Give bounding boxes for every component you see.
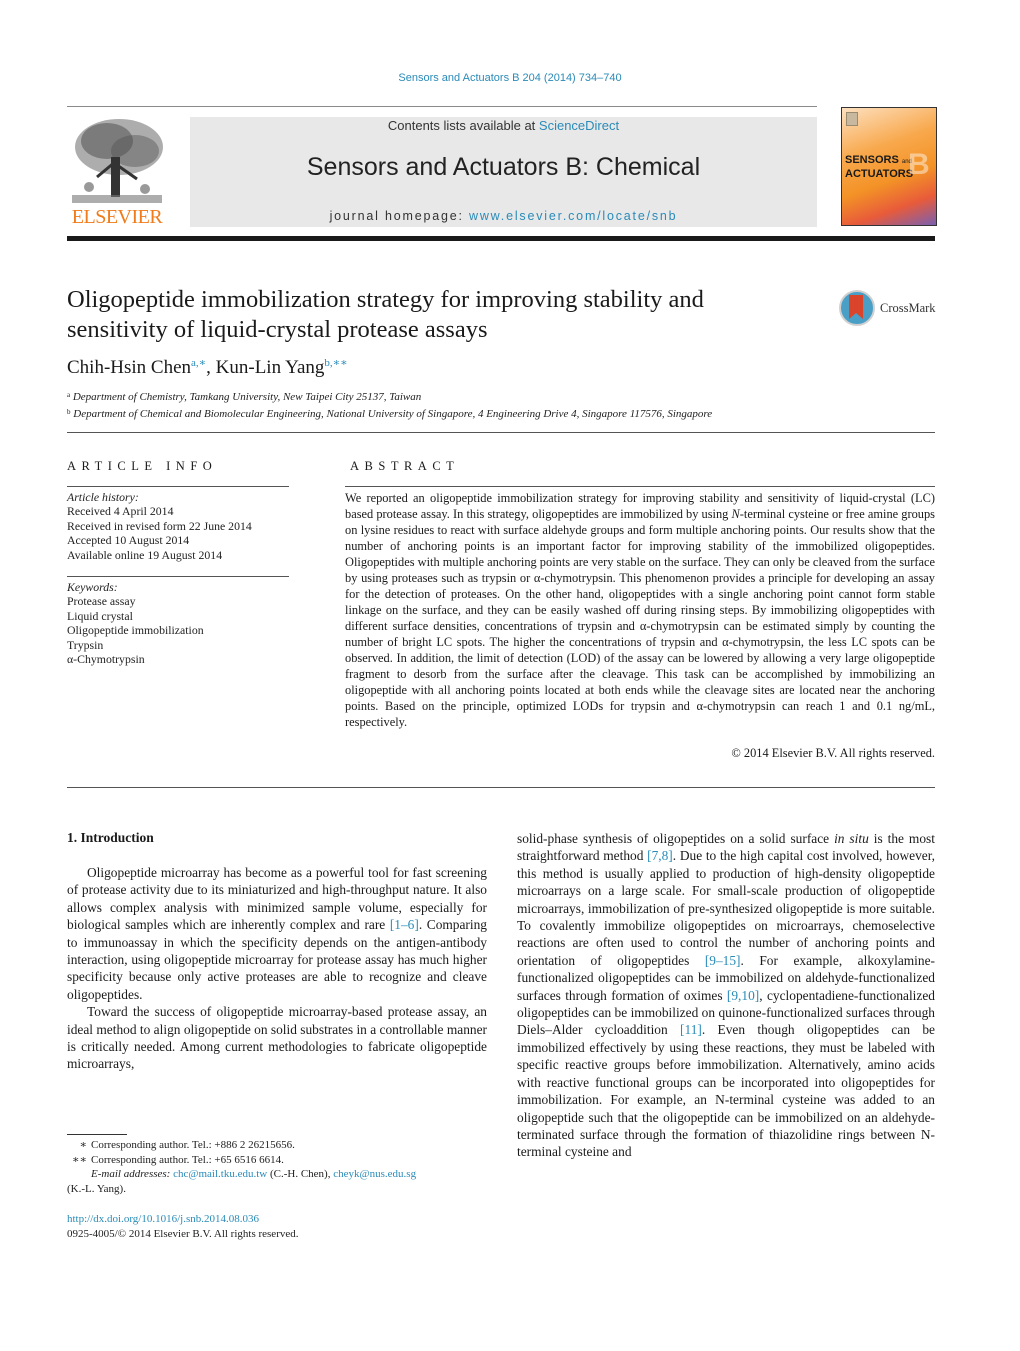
email-link[interactable]: chc@mail.tku.edu.tw [173, 1168, 267, 1180]
body-column-right: solid-phase synthesis of oligopeptides o… [517, 830, 935, 1161]
doi-block: http://dx.doi.org/10.1016/j.snb.2014.08.… [67, 1212, 299, 1241]
text: . Due to the high capital cost involved,… [517, 848, 935, 968]
cover-title-line1: SENSORS [845, 154, 899, 166]
cover-letter: B [908, 148, 930, 181]
article-history-label: Article history: [67, 490, 139, 504]
footnote-text: Corresponding author. Tel.: +886 2 26215… [91, 1139, 295, 1151]
article-info-heading: ARTICLE INFO [67, 459, 218, 473]
footnote-mark: ∗ [79, 1139, 87, 1151]
abstract-italic: N [731, 507, 740, 521]
header-divider [67, 106, 817, 107]
journal-title: Sensors and Actuators B: Chemical [306, 153, 701, 181]
citation-link[interactable]: [9,10] [727, 988, 759, 1003]
contents-prefix: Contents lists available at [387, 118, 539, 133]
keyword-item: α-Chymotrypsin [67, 652, 145, 667]
affiliation-mark: a [67, 391, 71, 399]
email-line: E-mail addresses: chc@mail.tku.edu.tw (C… [67, 1167, 487, 1182]
journal-masthead: Contents lists available at ScienceDirec… [190, 117, 817, 227]
keyword-item: Protease assay [67, 594, 136, 609]
history-item: Received 4 April 2014 [67, 504, 174, 519]
body-divider [67, 787, 935, 788]
affiliation-text: Department of Chemical and Biomolecular … [73, 407, 713, 420]
footnote-item: ∗ Corresponding author. Tel.: +886 2 2621… [67, 1138, 487, 1153]
footnote-mark: ∗∗ [72, 1153, 87, 1166]
abstract-text: We reported an oligopeptide immobilizati… [345, 490, 935, 730]
email-owner: (K.-L. Yang). [67, 1182, 126, 1195]
keyword-item: Liquid crystal [67, 608, 133, 623]
footnotes: ∗ Corresponding author. Tel.: +886 2 2621… [67, 1138, 487, 1196]
text: . Even though oligopeptides can be immob… [517, 1022, 936, 1160]
author-affiliation-marker[interactable]: b,∗∗ [324, 357, 347, 369]
sciencedirect-link[interactable]: ScienceDirect [539, 118, 619, 133]
cover-title-line2: ACTUATORS [845, 168, 914, 180]
body-column-left: Oligopeptide microarray has become as a … [67, 864, 487, 1073]
paragraph: solid-phase synthesis of oligopeptides o… [517, 830, 935, 1161]
author-affiliation-marker[interactable]: a,∗ [191, 357, 206, 369]
affiliation-item: a Department of Chemistry, Tamkang Unive… [67, 388, 712, 405]
keywords-label: Keywords: [67, 580, 118, 594]
author-name[interactable]: Kun-Lin Yang [216, 357, 325, 378]
text: solid-phase synthesis of oligopeptides o… [517, 831, 835, 846]
email-owner: (C.-H. Chen), [267, 1168, 334, 1180]
article-history: Article history: Received 4 April 2014 R… [67, 490, 289, 562]
paragraph: Oligopeptide microarray has become as a … [67, 864, 487, 1003]
keywords-rule [67, 576, 289, 577]
abstract-rule [345, 486, 935, 487]
citation-link[interactable]: [7,8] [647, 848, 673, 863]
elsevier-tree-icon [67, 117, 167, 207]
journal-homepage-link[interactable]: www.elsevier.com/locate/snb [469, 209, 677, 223]
abstract-heading: ABSTRACT [350, 459, 460, 473]
email-link[interactable]: cheyk@nus.edu.sg [333, 1168, 416, 1180]
elsevier-wordmark: ELSEVIER [71, 206, 163, 228]
paragraph: Toward the success of oligopeptide micro… [67, 1004, 487, 1072]
homepage-line: journal homepage: www.elsevier.com/locat… [190, 209, 817, 223]
homepage-prefix: journal homepage: [329, 209, 470, 223]
affiliation-mark: b [67, 407, 71, 416]
crossmark-button[interactable]: CrossMark [839, 290, 939, 330]
email-label: E-mail addresses: [91, 1168, 171, 1180]
author-list: Chih-Hsin Chena,∗, Kun-Lin Yangb,∗∗ [67, 356, 348, 379]
footnote-rule [67, 1134, 127, 1135]
elsevier-logo: ELSEVIER [67, 117, 167, 229]
section-heading-introduction: 1. Introduction [67, 830, 154, 845]
keyword-item: Trypsin [67, 637, 104, 652]
footnote-item: ∗∗ Corresponding author. Tel.: +65 6516 6… [67, 1153, 487, 1168]
contents-line: Contents lists available at ScienceDirec… [190, 118, 817, 133]
journal-reference-link[interactable]: Sensors and Actuators B 204 (2014) 734–7… [0, 72, 1020, 84]
crossmark-label: CrossMark [880, 301, 936, 315]
abstract-text-part: -terminal cysteine or free amine groups … [345, 507, 935, 729]
citation-link[interactable]: [1–6] [390, 917, 419, 932]
affiliation-text: Department of Chemistry, Tamkang Univers… [72, 391, 422, 403]
affiliation-item: b Department of Chemical and Biomolecula… [67, 405, 712, 422]
italic-text: in situ [834, 831, 869, 846]
article-title: Oligopeptide immobilization strategy for… [67, 286, 704, 343]
citation-link[interactable]: [9–15] [705, 953, 741, 968]
author-separator: , [206, 357, 216, 378]
affiliations: a Department of Chemistry, Tamkang Unive… [67, 388, 712, 421]
abstract-copyright: © 2014 Elsevier B.V. All rights reserved… [731, 746, 935, 760]
journal-cover-image[interactable]: SENSORS and ACTUATORS B [841, 107, 937, 226]
article-info-divider [67, 432, 935, 433]
issn-copyright: 0925-4005/© 2014 Elsevier B.V. All right… [67, 1227, 299, 1240]
header-thick-divider [67, 236, 935, 241]
cover-publisher-icon [846, 112, 858, 126]
history-item: Available online 19 August 2014 [67, 547, 223, 562]
cover-title: SENSORS and ACTUATORS [845, 154, 913, 180]
history-item: Accepted 10 August 2014 [67, 533, 190, 548]
citation-link[interactable]: [11] [680, 1022, 702, 1037]
history-item: Received in revised form 22 June 2014 [67, 518, 252, 533]
article-info-rule [67, 486, 289, 487]
keywords: Keywords: Protease assay Liquid crystal … [67, 580, 289, 666]
footnote-text: Corresponding author. Tel.: +65 6516 661… [91, 1153, 284, 1166]
doi-link[interactable]: http://dx.doi.org/10.1016/j.snb.2014.08.… [67, 1213, 259, 1225]
keyword-item: Oligopeptide immobilization [67, 623, 204, 638]
author-name[interactable]: Chih-Hsin Chen [67, 357, 191, 378]
